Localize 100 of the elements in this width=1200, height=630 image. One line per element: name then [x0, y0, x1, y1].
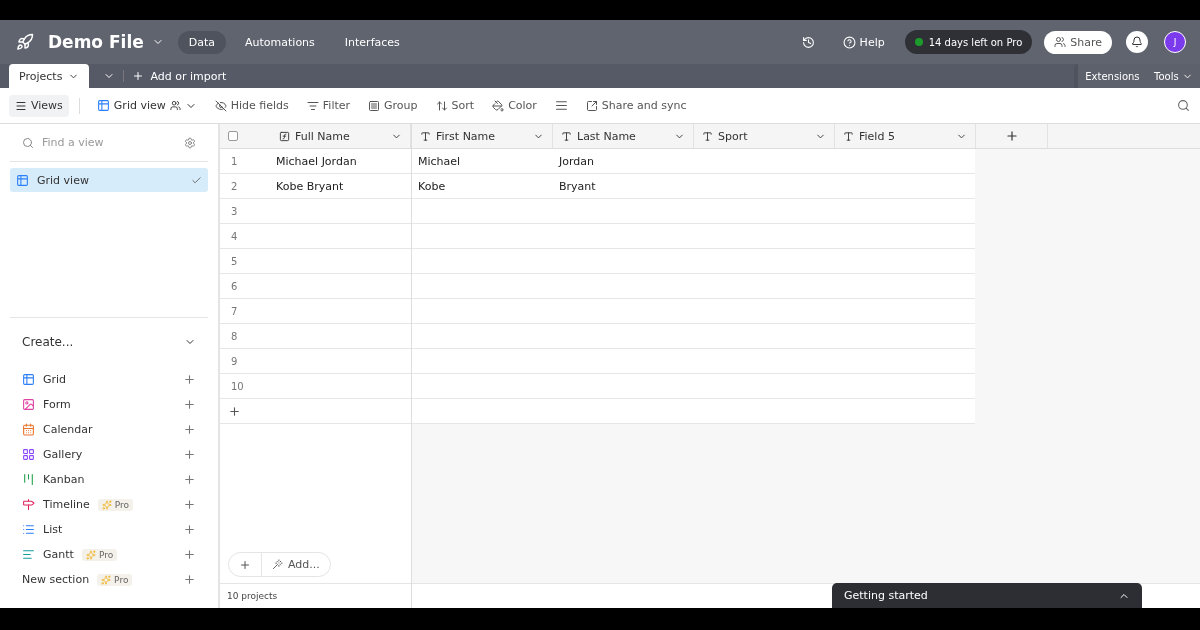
plus-icon — [132, 70, 145, 82]
table-tab[interactable]: Projects — [9, 64, 90, 88]
search-icon — [22, 136, 34, 149]
plus-icon — [228, 404, 241, 418]
calendar-icon — [22, 423, 35, 436]
create-view-item[interactable]: Kanban — [10, 467, 208, 492]
plus-icon — [183, 498, 196, 511]
plus-icon — [183, 423, 196, 436]
form-icon — [22, 398, 35, 411]
formula-icon — [279, 130, 290, 142]
new-section-item[interactable]: New section Pro — [10, 567, 208, 592]
create-view-item[interactable]: Calendar — [10, 417, 208, 442]
create-section-toggle[interactable]: Create... — [10, 317, 208, 361]
people-icon — [169, 100, 181, 111]
table-icon — [96, 99, 110, 112]
create-view-item[interactable]: Grid — [10, 367, 208, 392]
select-all-checkbox[interactable] — [228, 131, 238, 141]
row-number: 9 — [230, 354, 239, 369]
filter-icon — [306, 99, 319, 112]
create-view-item[interactable]: Timeline Pro — [10, 492, 208, 517]
kanban-icon — [22, 473, 35, 486]
table-cell-text: Michael Jordan — [275, 153, 358, 170]
text-type-icon — [420, 130, 431, 142]
plus-icon — [183, 398, 196, 411]
tools-button[interactable]: Tools — [1154, 70, 1193, 82]
badge-label: Pro — [114, 574, 129, 585]
table-icon — [16, 173, 29, 187]
add-import-button[interactable]: Add or import — [123, 70, 235, 82]
plus-icon — [1004, 129, 1019, 143]
row-number: 7 — [230, 304, 239, 319]
table-cell-text: Kobe Bryant — [275, 178, 345, 195]
plus-icon — [239, 558, 251, 571]
people-icon — [1054, 36, 1067, 48]
nav-tab[interactable]: Automations — [234, 30, 326, 54]
row-number: 5 — [230, 254, 239, 269]
toolbar-button[interactable]: Sort — [428, 94, 482, 117]
row-number: 8 — [230, 329, 239, 344]
table-cell-text: Michael — [417, 153, 462, 170]
plus-icon — [183, 448, 196, 461]
row-number: 4 — [230, 229, 239, 244]
plus-icon — [183, 373, 196, 386]
history-icon[interactable] — [801, 35, 815, 49]
row-number: 10 — [230, 379, 245, 394]
getting-started-panel[interactable]: Getting started — [832, 583, 1142, 608]
table-cell-text: Kobe — [417, 178, 447, 195]
plus-icon — [183, 473, 196, 486]
toolbar-button[interactable]: Filter — [299, 94, 358, 117]
row-number: 3 — [230, 204, 239, 219]
row-number: 2 — [230, 179, 239, 194]
toolbar-button[interactable]: Color — [485, 94, 544, 117]
create-view-item[interactable]: Gallery — [10, 442, 208, 467]
views-button[interactable]: Views — [9, 94, 69, 117]
find-view-field[interactable]: Find a view — [40, 135, 178, 150]
text-type-icon — [702, 130, 713, 142]
toolbar-button[interactable]: Share and sync — [578, 94, 694, 117]
extensions-button[interactable]: Extensions — [1085, 70, 1140, 82]
help-button[interactable]: Help — [836, 34, 891, 50]
sparkle-icon — [101, 499, 112, 510]
bell-icon — [1131, 36, 1143, 48]
nav-tab[interactable]: Interfaces — [333, 30, 411, 54]
share-button[interactable]: Share — [1044, 30, 1112, 54]
search-icon[interactable] — [1177, 99, 1190, 112]
user-avatar[interactable]: J — [1164, 31, 1186, 53]
paint-bucket-icon — [492, 99, 505, 112]
create-view-item[interactable]: List — [10, 517, 208, 542]
add-magic-button[interactable]: Add... — [262, 553, 330, 576]
plus-icon — [183, 573, 196, 586]
sparkle-icon — [101, 574, 112, 585]
sort-icon — [435, 99, 448, 112]
trial-badge[interactable]: 14 days left on Pro — [904, 30, 1033, 54]
sparkle-icon — [85, 549, 96, 560]
view-item[interactable]: Grid view — [10, 168, 208, 192]
wand-icon — [272, 559, 283, 570]
toolbar-button[interactable]: Hide fields — [207, 94, 296, 117]
plus-icon — [183, 523, 196, 536]
row-number: 6 — [230, 279, 239, 294]
list-box-icon — [368, 99, 381, 112]
badge-label: Pro — [114, 499, 130, 510]
timeline-icon — [22, 498, 35, 511]
base-title: Demo File — [48, 32, 144, 52]
gantt-icon — [22, 548, 35, 561]
record-count: 10 projects — [227, 591, 278, 601]
badge-label: Pro — [98, 549, 114, 560]
notification-button[interactable] — [1126, 31, 1148, 53]
check-icon — [191, 174, 202, 186]
table-cell-text: Bryant — [558, 178, 597, 195]
row-number: 1 — [230, 154, 239, 169]
external-link-icon — [585, 99, 598, 112]
create-view-item[interactable]: Gantt Pro — [10, 542, 208, 567]
view-switcher-button[interactable]: Grid view — [89, 94, 204, 117]
table-cell-text: Jordan — [557, 153, 595, 170]
text-type-icon — [843, 130, 854, 142]
text-type-icon — [561, 130, 572, 142]
nav-tab[interactable]: Data — [177, 30, 226, 54]
create-view-item[interactable]: Form — [10, 392, 208, 417]
gallery-icon — [22, 448, 35, 461]
rocket-icon — [16, 33, 34, 51]
settings-icon — [184, 136, 196, 149]
help-icon — [842, 35, 856, 49]
toolbar-button[interactable]: Group — [361, 94, 425, 117]
